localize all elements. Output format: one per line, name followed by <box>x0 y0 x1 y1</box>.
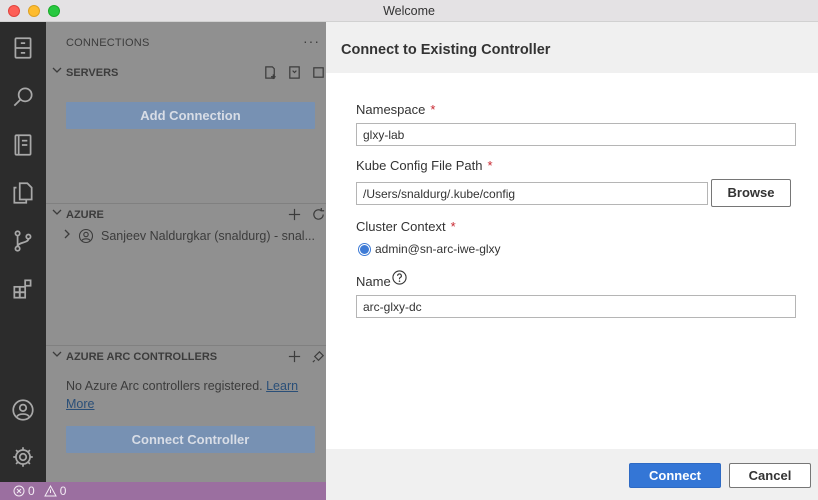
error-icon <box>13 485 25 497</box>
cluster-context-label: Cluster Context * <box>356 219 456 234</box>
warning-icon <box>43 485 57 497</box>
help-icon[interactable] <box>392 270 407 285</box>
add-account-icon[interactable] <box>286 206 302 222</box>
chevron-down-icon <box>52 207 62 220</box>
new-connection-icon[interactable] <box>262 64 278 80</box>
namespace-input[interactable] <box>356 123 796 146</box>
notebook-icon[interactable] <box>9 131 37 159</box>
new-server-group-icon[interactable] <box>286 64 302 80</box>
cluster-context-option[interactable]: admin@sn-arc-iwe-glxy <box>358 242 501 256</box>
connections-sidebar: CONNECTIONS ··· SERVERS Add Connection A… <box>46 22 326 482</box>
cluster-context-value: admin@sn-arc-iwe-glxy <box>375 242 501 256</box>
title-bar: Welcome <box>0 0 818 22</box>
warning-count: 0 <box>59 484 67 498</box>
refresh-icon[interactable] <box>310 206 326 222</box>
chevron-down-icon <box>52 349 62 362</box>
chevron-right-icon <box>62 229 72 242</box>
add-controller-icon[interactable] <box>286 348 302 364</box>
connect-controller-button[interactable]: Connect Controller <box>66 426 315 453</box>
active-connections-icon[interactable] <box>310 64 326 80</box>
search-icon[interactable] <box>9 83 37 111</box>
error-count: 0 <box>28 484 35 498</box>
cancel-button[interactable]: Cancel <box>729 463 811 488</box>
required-marker: * <box>430 102 436 117</box>
problems-indicator[interactable]: 0 0 <box>13 484 66 498</box>
explorer-icon[interactable] <box>9 179 37 207</box>
dialog-footer: Connect Cancel <box>326 449 818 500</box>
dialog-header: Connect to Existing Controller <box>326 22 818 73</box>
more-actions-icon[interactable]: ··· <box>303 33 320 49</box>
account-icon <box>78 228 94 244</box>
azure-section-title: AZURE <box>66 209 104 221</box>
name-label: Name <box>356 274 391 289</box>
extensions-icon[interactable] <box>9 275 37 303</box>
kube-config-label: Kube Config File Path * <box>356 158 493 173</box>
kube-config-path-input[interactable] <box>356 182 708 205</box>
cluster-context-radio[interactable] <box>358 242 371 256</box>
namespace-label-text: Namespace <box>356 102 426 117</box>
activity-bar <box>0 22 46 482</box>
servers-section-header[interactable]: SERVERS <box>46 62 326 84</box>
cluster-context-label-text: Cluster Context <box>356 219 446 234</box>
chevron-down-icon <box>52 65 62 78</box>
window-title: Welcome <box>383 4 435 18</box>
required-marker: * <box>450 219 456 234</box>
servers-section-title: SERVERS <box>66 67 119 79</box>
arc-section-header[interactable]: AZURE ARC CONTROLLERS <box>46 346 326 368</box>
file-cabinet-icon[interactable] <box>9 34 37 62</box>
kube-config-label-text: Kube Config File Path <box>356 158 483 173</box>
connect-button[interactable]: Connect <box>629 463 721 488</box>
account-icon[interactable] <box>9 396 37 424</box>
connect-plug-icon[interactable] <box>310 348 326 364</box>
arc-section-title: AZURE ARC CONTROLLERS <box>66 351 218 363</box>
add-connection-button[interactable]: Add Connection <box>66 102 315 129</box>
azure-section-header[interactable]: AZURE <box>46 204 326 226</box>
gear-icon[interactable] <box>9 443 37 471</box>
connect-controller-dialog: Connect to Existing Controller Namespace… <box>326 22 818 500</box>
source-control-icon[interactable] <box>9 227 37 255</box>
arc-empty-text: No Azure Arc controllers registered. <box>66 379 263 393</box>
namespace-label: Namespace * <box>356 102 435 117</box>
arc-empty-message: No Azure Arc controllers registered. Lea… <box>66 377 316 413</box>
azure-account-name: Sanjeev Naldurgkar (snaldurg) - snal... <box>101 229 315 243</box>
azure-account-item[interactable]: Sanjeev Naldurgkar (snaldurg) - snal... <box>60 227 320 247</box>
browse-button[interactable]: Browse <box>711 179 791 207</box>
status-bar: 0 0 <box>0 482 326 500</box>
name-input[interactable] <box>356 295 796 318</box>
sidebar-title: CONNECTIONS <box>66 37 150 49</box>
dialog-title: Connect to Existing Controller <box>341 42 551 58</box>
required-marker: * <box>487 158 493 173</box>
